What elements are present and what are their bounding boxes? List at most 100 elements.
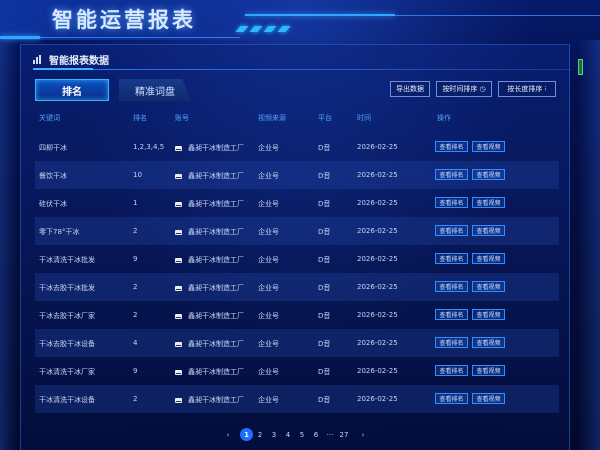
tab-ranking[interactable]: 排名 — [35, 79, 109, 101]
view-rank-button[interactable]: 查看排名 — [435, 253, 468, 264]
cell-source: 企业号 — [258, 396, 279, 404]
cell-source: 企业号 — [258, 284, 279, 292]
page-27-button[interactable]: 27 — [337, 428, 351, 441]
account-avatar-icon — [175, 285, 182, 291]
page-5-button[interactable]: 5 — [297, 428, 307, 441]
page-2-button[interactable]: 2 — [255, 428, 265, 441]
header-deco-line-left — [0, 36, 40, 39]
cell-time: 2026-02-25 — [357, 255, 398, 263]
account-avatar-icon — [175, 257, 182, 263]
panel-title: 智能报表数据 — [49, 56, 109, 67]
view-rank-button[interactable]: 查看排名 — [435, 365, 468, 376]
cell-account: 鑫昶干冰制造工厂 — [175, 311, 244, 321]
cell-rank: 9 — [133, 367, 138, 375]
table-body: 四柳干冰 1,2,3,4,5 鑫昶干冰制造工厂 企业号 D音 2026-02-25 查看排名… — [35, 133, 559, 413]
cell-time: 2026-02-25 — [357, 311, 398, 319]
view-video-button[interactable]: 查看视频 — [472, 281, 505, 292]
export-data-button[interactable]: 导出数据 — [390, 81, 430, 97]
cell-account: 鑫昶干冰制造工厂 — [175, 367, 244, 377]
cell-source: 企业号 — [258, 228, 279, 236]
cell-account-name: 鑫昶干冰制造工厂 — [188, 256, 244, 264]
page-1-button[interactable]: 1 — [240, 428, 253, 441]
left-edge-glow — [0, 40, 18, 450]
pagination-ellipsis[interactable]: ··· — [323, 428, 337, 441]
report-panel: 智能报表数据 排名 精准词盘 导出数据 按时间排序 ◷ 按长度排序 ⁝ 关键词 … — [20, 44, 583, 450]
table-row: 干冰去胶干冰厂家 2 鑫昶干冰制造工厂 企业号 D音 2026-02-25 查看排名 查看视频 — [35, 301, 559, 329]
cell-time: 2026-02-25 — [357, 367, 398, 375]
view-video-button[interactable]: 查看视频 — [472, 225, 505, 236]
cell-account-name: 鑫昶干冰制造工厂 — [188, 172, 244, 180]
cell-platform: D音 — [318, 200, 331, 208]
view-video-button[interactable]: 查看视频 — [472, 253, 505, 264]
page-3-button[interactable]: 3 — [269, 428, 279, 441]
cell-account: 鑫昶干冰制造工厂 — [175, 339, 244, 349]
next-page-button[interactable]: › — [358, 428, 368, 441]
view-rank-button[interactable]: 查看排名 — [435, 225, 468, 236]
table-row: 干冰清洗干冰设备 2 鑫昶干冰制造工厂 企业号 D音 2026-02-25 查看排名 查看视频 — [35, 385, 559, 413]
account-avatar-icon — [175, 145, 182, 151]
cell-rank: 1 — [133, 199, 138, 207]
view-rank-button[interactable]: 查看排名 — [435, 141, 468, 152]
view-video-button[interactable]: 查看视频 — [472, 197, 505, 208]
view-rank-button[interactable]: 查看排名 — [435, 337, 468, 348]
panel-header-divider — [33, 69, 571, 70]
pagination: ‹ 1 2 3 4 5 6 ··· 27 › — [0, 428, 600, 442]
cell-account: 鑫昶干冰制造工厂 — [175, 255, 244, 265]
cell-account: 鑫昶干冰制造工厂 — [175, 395, 244, 405]
cell-rank: 9 — [133, 255, 138, 263]
header-deco-thin-line — [40, 37, 240, 38]
column-header-platform[interactable]: 平台 — [318, 113, 332, 123]
view-video-button[interactable]: 查看视频 — [472, 365, 505, 376]
column-header-time[interactable]: 时间 — [357, 113, 371, 123]
account-avatar-icon — [175, 369, 182, 375]
column-header-account[interactable]: 账号 — [175, 113, 189, 123]
view-video-button[interactable]: 查看视频 — [472, 169, 505, 180]
bar-chart-icon — [33, 55, 43, 64]
cell-time: 2026-02-25 — [357, 171, 398, 179]
cell-account-name: 鑫昶干冰制造工厂 — [188, 396, 244, 404]
cell-platform: D音 — [318, 396, 331, 404]
column-header-keyword[interactable]: 关键词 — [39, 113, 60, 123]
cell-account-name: 鑫昶干冰制造工厂 — [188, 312, 244, 320]
table-row: 四柳干冰 1,2,3,4,5 鑫昶干冰制造工厂 企业号 D音 2026-02-25 查看排名… — [35, 133, 559, 161]
cell-keyword: 干冰清洗干冰批发 — [39, 256, 95, 264]
column-header-source[interactable]: 视频来源 — [258, 113, 286, 123]
view-rank-button[interactable]: 查看排名 — [435, 169, 468, 180]
cell-time: 2026-02-25 — [357, 283, 398, 291]
view-rank-button[interactable]: 查看排名 — [435, 281, 468, 292]
tab-precise-keywords[interactable]: 精准词盘 — [119, 79, 191, 101]
cell-rank: 2 — [133, 311, 138, 319]
page-4-button[interactable]: 4 — [283, 428, 293, 441]
cell-source: 企业号 — [258, 340, 279, 348]
account-avatar-icon — [175, 201, 182, 207]
page-6-button[interactable]: 6 — [311, 428, 321, 441]
cell-platform: D音 — [318, 284, 331, 292]
cell-source: 企业号 — [258, 312, 279, 320]
cell-account-name: 鑫昶干冰制造工厂 — [188, 228, 244, 236]
cell-source: 企业号 — [258, 256, 279, 264]
cell-time: 2026-02-25 — [357, 199, 398, 207]
cell-platform: D音 — [318, 144, 331, 152]
cell-keyword: 四柳干冰 — [39, 144, 67, 152]
table-header: 关键词 排名 账号 视频来源 平台 时间 操作 — [35, 113, 559, 127]
view-video-button[interactable]: 查看视频 — [472, 393, 505, 404]
view-video-button[interactable]: 查看视频 — [472, 309, 505, 320]
sort-by-length-button[interactable]: 按长度排序 ⁝ — [498, 81, 556, 97]
cell-time: 2026-02-25 — [357, 143, 398, 151]
column-header-rank[interactable]: 排名 — [133, 113, 147, 123]
cell-rank: 2 — [133, 283, 138, 291]
panel-header-accent — [33, 68, 93, 70]
view-video-button[interactable]: 查看视频 — [472, 141, 505, 152]
view-video-button[interactable]: 查看视频 — [472, 337, 505, 348]
sort-by-time-button[interactable]: 按时间排序 ◷ — [436, 81, 492, 97]
prev-page-button[interactable]: ‹ — [223, 428, 233, 441]
cell-platform: D音 — [318, 172, 331, 180]
cell-keyword: 干冰清洗干冰设备 — [39, 396, 95, 404]
table-row: 干冰清洗干冰批发 9 鑫昶干冰制造工厂 企业号 D音 2026-02-25 查看排名 查看视频 — [35, 245, 559, 273]
view-rank-button[interactable]: 查看排名 — [435, 309, 468, 320]
view-rank-button[interactable]: 查看排名 — [435, 197, 468, 208]
page-title: 智能运营报表 — [52, 8, 196, 32]
page-header: 智能运营报表 — [0, 0, 600, 42]
view-rank-button[interactable]: 查看排名 — [435, 393, 468, 404]
header-deco-thin-line-right — [395, 15, 600, 16]
